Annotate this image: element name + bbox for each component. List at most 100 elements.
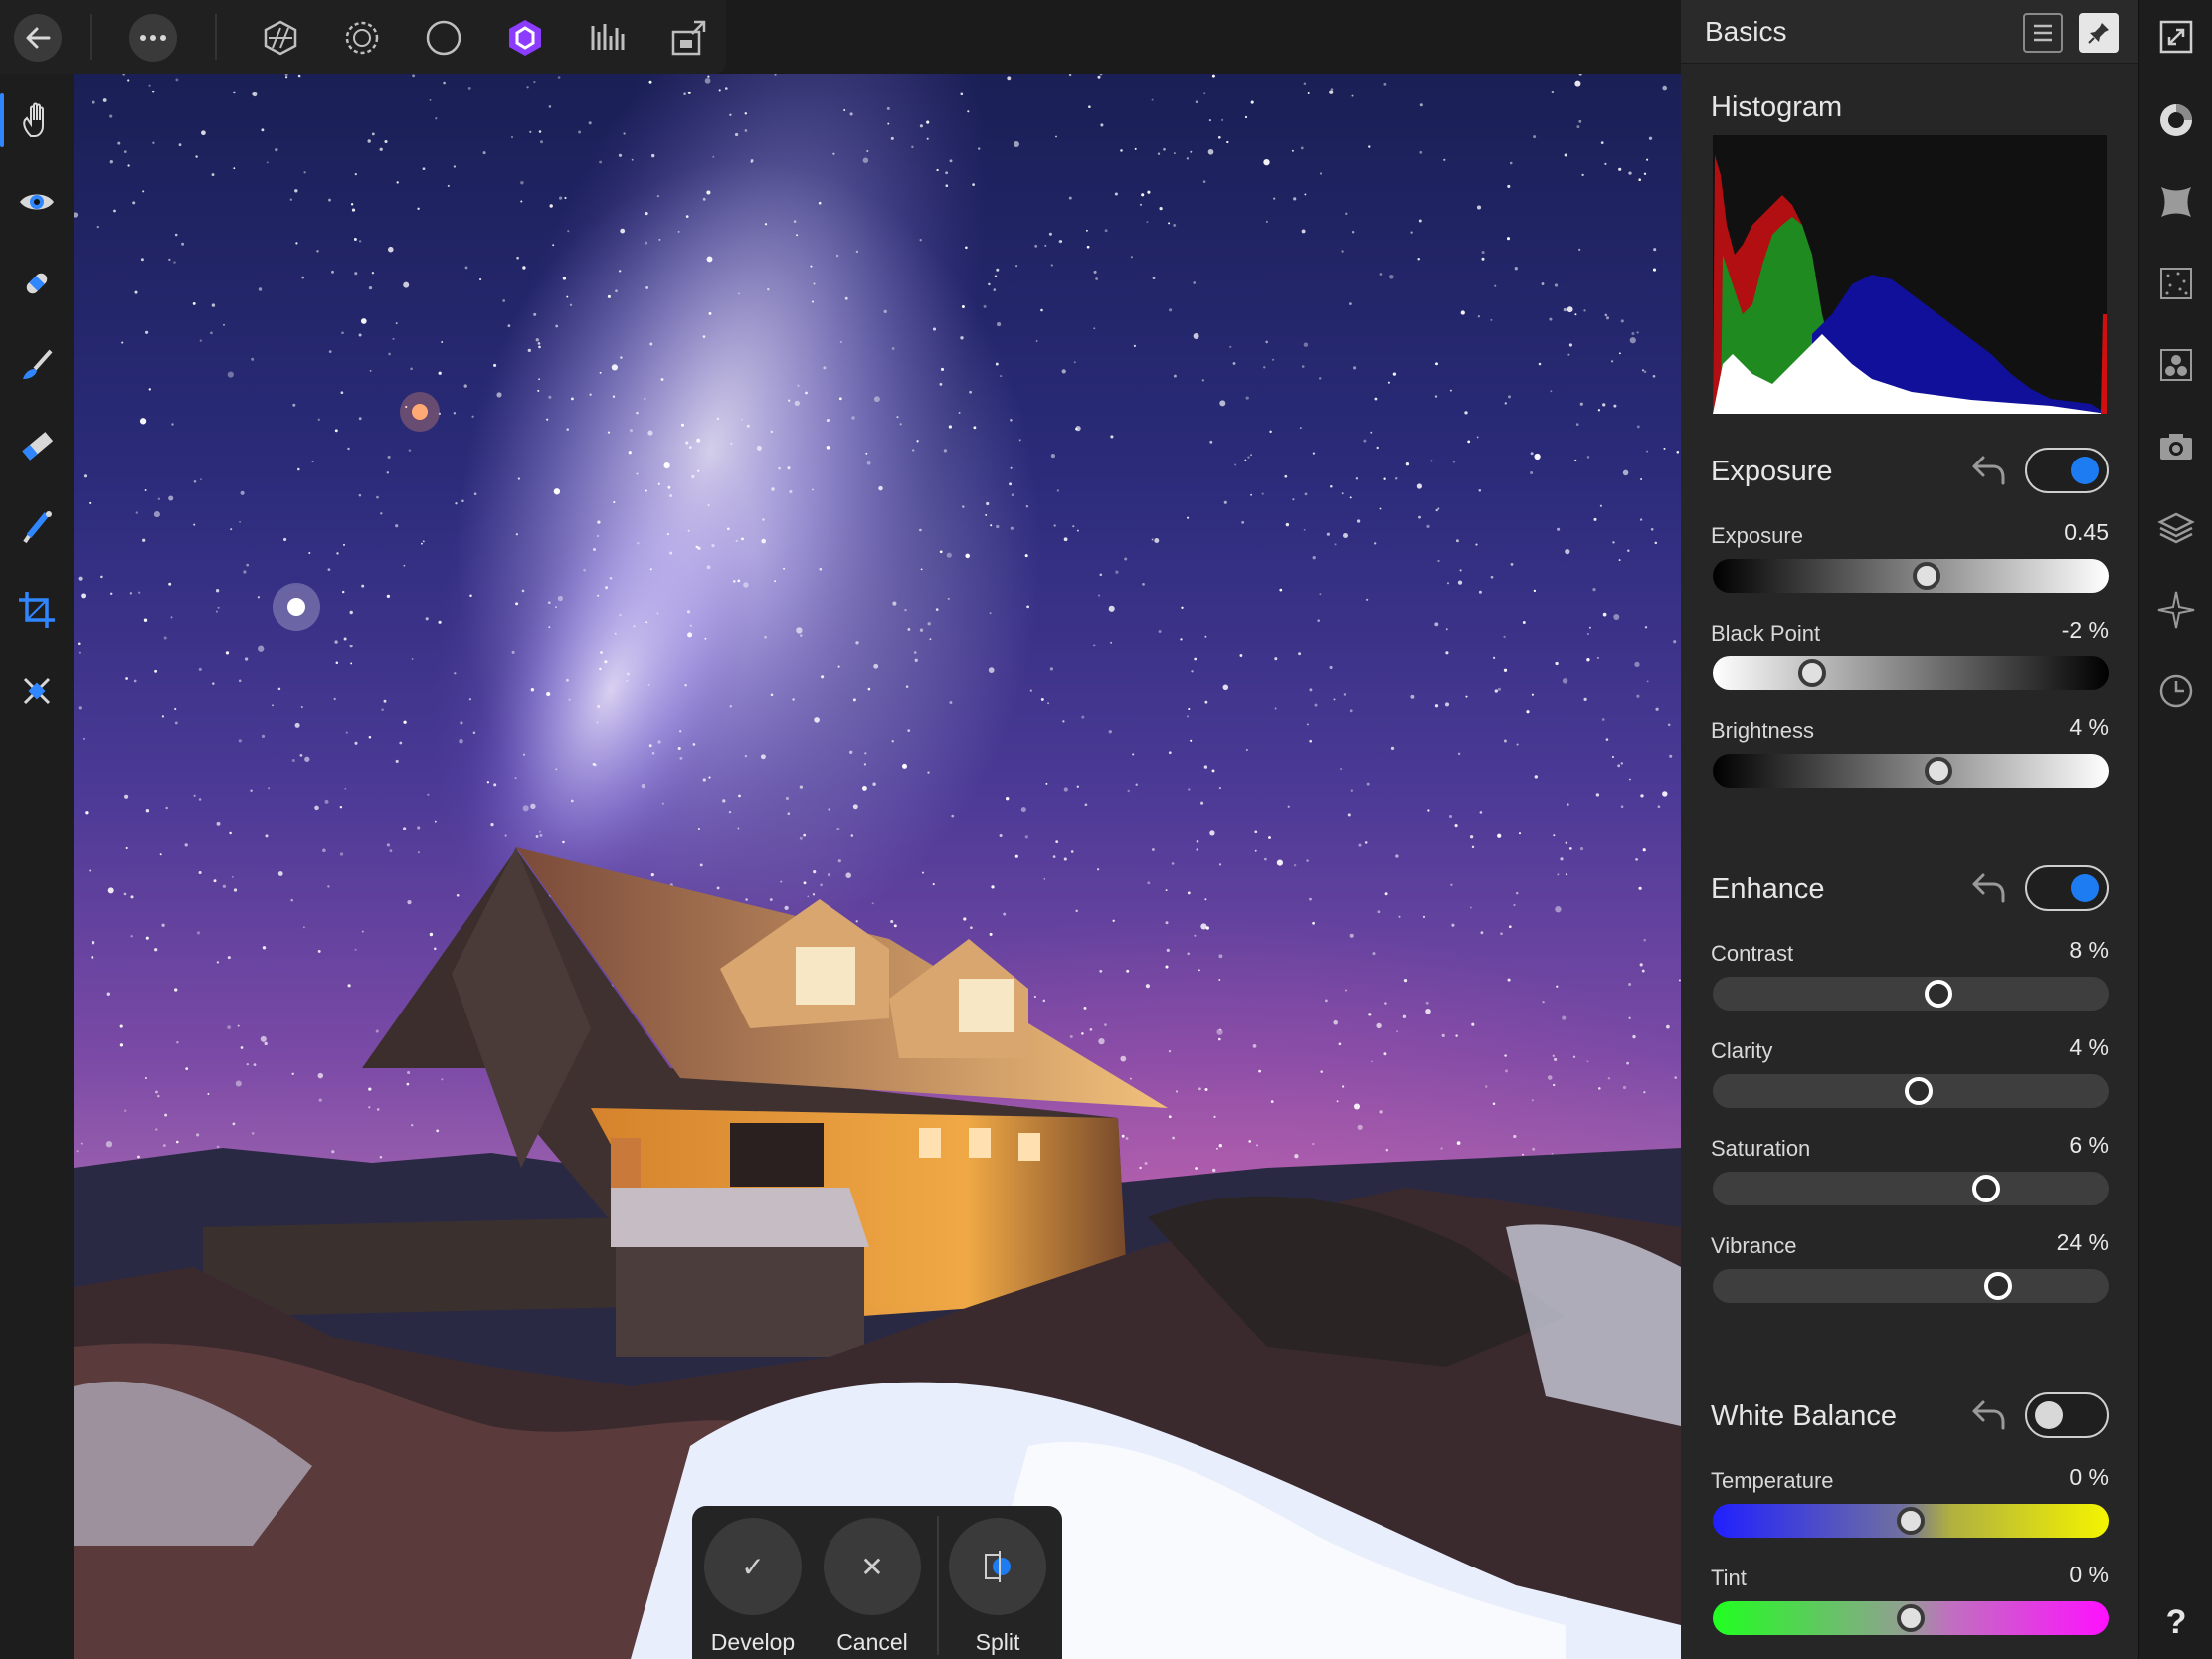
saturation-label: Saturation [1711,1136,1811,1161]
overlay-tool-icon[interactable] [0,654,74,728]
slider-thumb[interactable] [1904,1077,1933,1105]
tint-value[interactable]: 0 % [2069,1562,2109,1588]
brush-tool-icon[interactable] [0,328,74,402]
exposure-value[interactable]: 0.45 [2064,519,2109,546]
clarity-slider[interactable] [1713,1074,2109,1108]
contrast-label: Contrast [1711,941,1794,966]
undo-icon[interactable] [1969,867,2009,907]
exposure-enable-toggle[interactable] [2025,448,2109,493]
black-point-slider[interactable] [1713,656,2109,690]
develop-label: Develop [710,1629,796,1655]
help-icon[interactable]: ? [2139,1585,2212,1659]
undo-icon[interactable] [1969,450,2009,489]
temperature-label: Temperature [1711,1468,1834,1493]
tint-slider[interactable] [1713,1601,2109,1635]
clarity-value[interactable]: 4 % [2069,1034,2109,1061]
crop-tool-icon[interactable] [0,573,74,646]
enhance-section-title: Enhance [1711,873,1825,905]
toggle-thumb [2071,874,2099,902]
noise-icon[interactable] [2139,247,2212,320]
exposure-section-title: Exposure [1711,456,1833,487]
brightness-slider[interactable] [1713,754,2109,788]
slider-thumb[interactable] [1924,980,1952,1008]
cancel-button[interactable]: ✕ Cancel [816,1518,921,1657]
brightness-value[interactable]: 4 % [2069,714,2109,741]
history-icon[interactable] [2139,654,2212,728]
studio-toolbar: ? [2138,0,2212,1659]
white-balance-enable-toggle[interactable] [2025,1392,2109,1438]
saturation-value[interactable]: 6 % [2069,1132,2109,1159]
vibrance-slider[interactable] [1713,1269,2109,1303]
histogram-title: Histogram [1711,92,1843,123]
photo-canvas[interactable] [74,74,1681,1659]
slider-thumb[interactable] [1971,1175,2000,1202]
camera-icon[interactable] [2139,410,2212,483]
basics-icon[interactable] [2139,84,2212,157]
black-point-label: Black Point [1711,621,1821,645]
toggle-thumb [2071,457,2099,484]
brightness-label: Brightness [1711,718,1814,743]
check-icon: ✓ [704,1518,802,1615]
toggle-thumb [2035,1401,2063,1429]
temperature-value[interactable]: 0 % [2069,1464,2109,1491]
slider-thumb[interactable] [1797,659,1826,687]
layers-icon[interactable] [2139,491,2212,565]
exposure-slider[interactable] [1713,559,2109,593]
black-point-value[interactable]: -2 % [2062,617,2109,644]
cancel-label: Cancel [836,1629,908,1655]
slider-thumb[interactable] [1912,562,1940,590]
red-eye-tool-icon[interactable] [0,165,74,239]
clarity-label: Clarity [1711,1038,1773,1063]
panel-header: Basics [1681,0,2138,64]
left-toolbar [0,74,74,1659]
lens-icon[interactable] [2139,165,2212,239]
view-tool-icon[interactable] [0,84,74,157]
liquify-persona-icon[interactable] [332,8,392,68]
night-sky-photo [74,74,1681,1659]
pin-icon [2088,23,2109,44]
slider-thumb[interactable] [1897,1507,1925,1535]
vibrance-label: Vibrance [1711,1233,1797,1258]
split-label: Split [975,1629,1020,1655]
fullscreen-icon[interactable] [2139,0,2212,74]
basics-panel: Basics Histogram Exposure Exposure 0.45 Bla… [1681,0,2138,1659]
export-persona-icon[interactable] [658,8,718,68]
histogram-chart [1713,135,2107,414]
develop-persona-icon[interactable] [495,8,555,68]
ellipsis-icon [129,14,177,62]
blemish-tool-icon[interactable] [0,247,74,320]
vibrance-value[interactable]: 24 % [2057,1229,2109,1256]
contrast-slider[interactable] [1713,977,2109,1011]
exposure-label: Exposure [1711,523,1803,548]
enhance-enable-toggle[interactable] [2025,865,2109,911]
temperature-slider[interactable] [1713,1504,2109,1538]
slider-thumb[interactable] [1897,1604,1925,1632]
develop-button[interactable]: ✓ Develop [696,1518,802,1657]
detail-icon[interactable] [2139,328,2212,402]
navigator-icon[interactable] [2139,573,2212,646]
slider-thumb[interactable] [1983,1272,2012,1300]
develop-action-bar: ✓ Develop ✕ Cancel Split [692,1506,1062,1659]
house [203,847,1168,1357]
gradient-tool-icon[interactable] [0,491,74,565]
undo-icon[interactable] [1969,1394,2009,1434]
pin-button[interactable] [2079,13,2119,53]
presets-menu-button[interactable] [2023,13,2063,53]
photo-persona-icon[interactable] [251,8,310,68]
saturation-slider[interactable] [1713,1172,2109,1205]
tone-persona-icon[interactable] [414,8,473,68]
back-button[interactable] [8,8,68,68]
white-balance-section-title: White Balance [1711,1400,1897,1432]
tone-mapping-persona-icon[interactable] [577,8,637,68]
slider-thumb[interactable] [1924,757,1952,785]
split-button[interactable]: Split [941,1518,1046,1657]
tint-label: Tint [1711,1566,1747,1590]
split-view-icon [949,1518,1046,1615]
panel-title: Basics [1705,16,1787,47]
persona-toolbar [0,0,726,74]
eraser-tool-icon[interactable] [0,410,74,483]
close-icon: ✕ [824,1518,921,1615]
more-button[interactable] [123,8,183,68]
contrast-value[interactable]: 8 % [2069,937,2109,964]
arrow-left-icon [14,14,62,62]
